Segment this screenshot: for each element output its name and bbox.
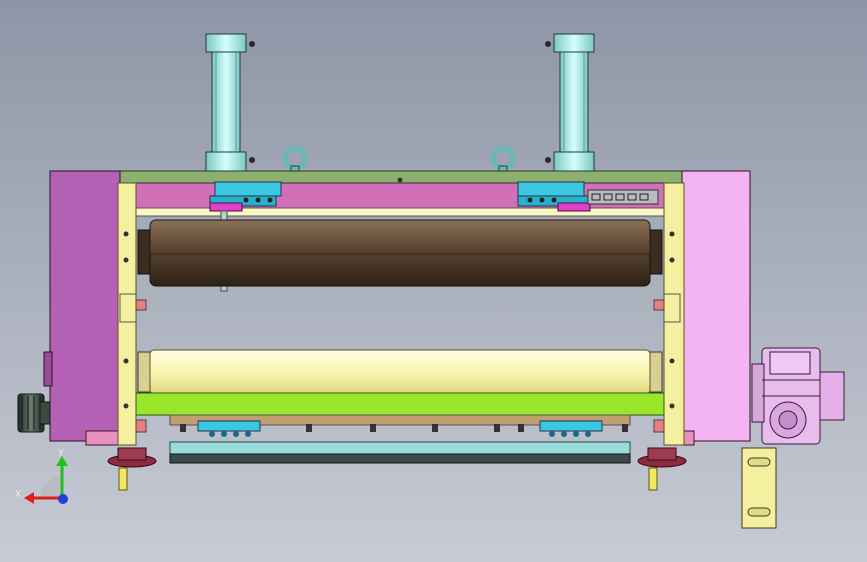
triad-y-label: Y bbox=[58, 448, 64, 459]
motor-mount-bracket[interactable] bbox=[741, 447, 777, 529]
lower-roller[interactable] bbox=[137, 349, 663, 395]
upper-roller[interactable] bbox=[137, 219, 663, 287]
triad-x-label: X bbox=[15, 489, 21, 500]
triad-z-axis bbox=[58, 494, 68, 504]
left-side-frame[interactable] bbox=[49, 170, 121, 442]
base-plate[interactable] bbox=[169, 441, 631, 464]
right-upper-bracket-detail bbox=[587, 189, 659, 205]
right-side-frame[interactable] bbox=[681, 170, 751, 442]
green-support-bar[interactable] bbox=[135, 392, 665, 416]
cad-viewport[interactable]: Y X bbox=[0, 0, 867, 562]
